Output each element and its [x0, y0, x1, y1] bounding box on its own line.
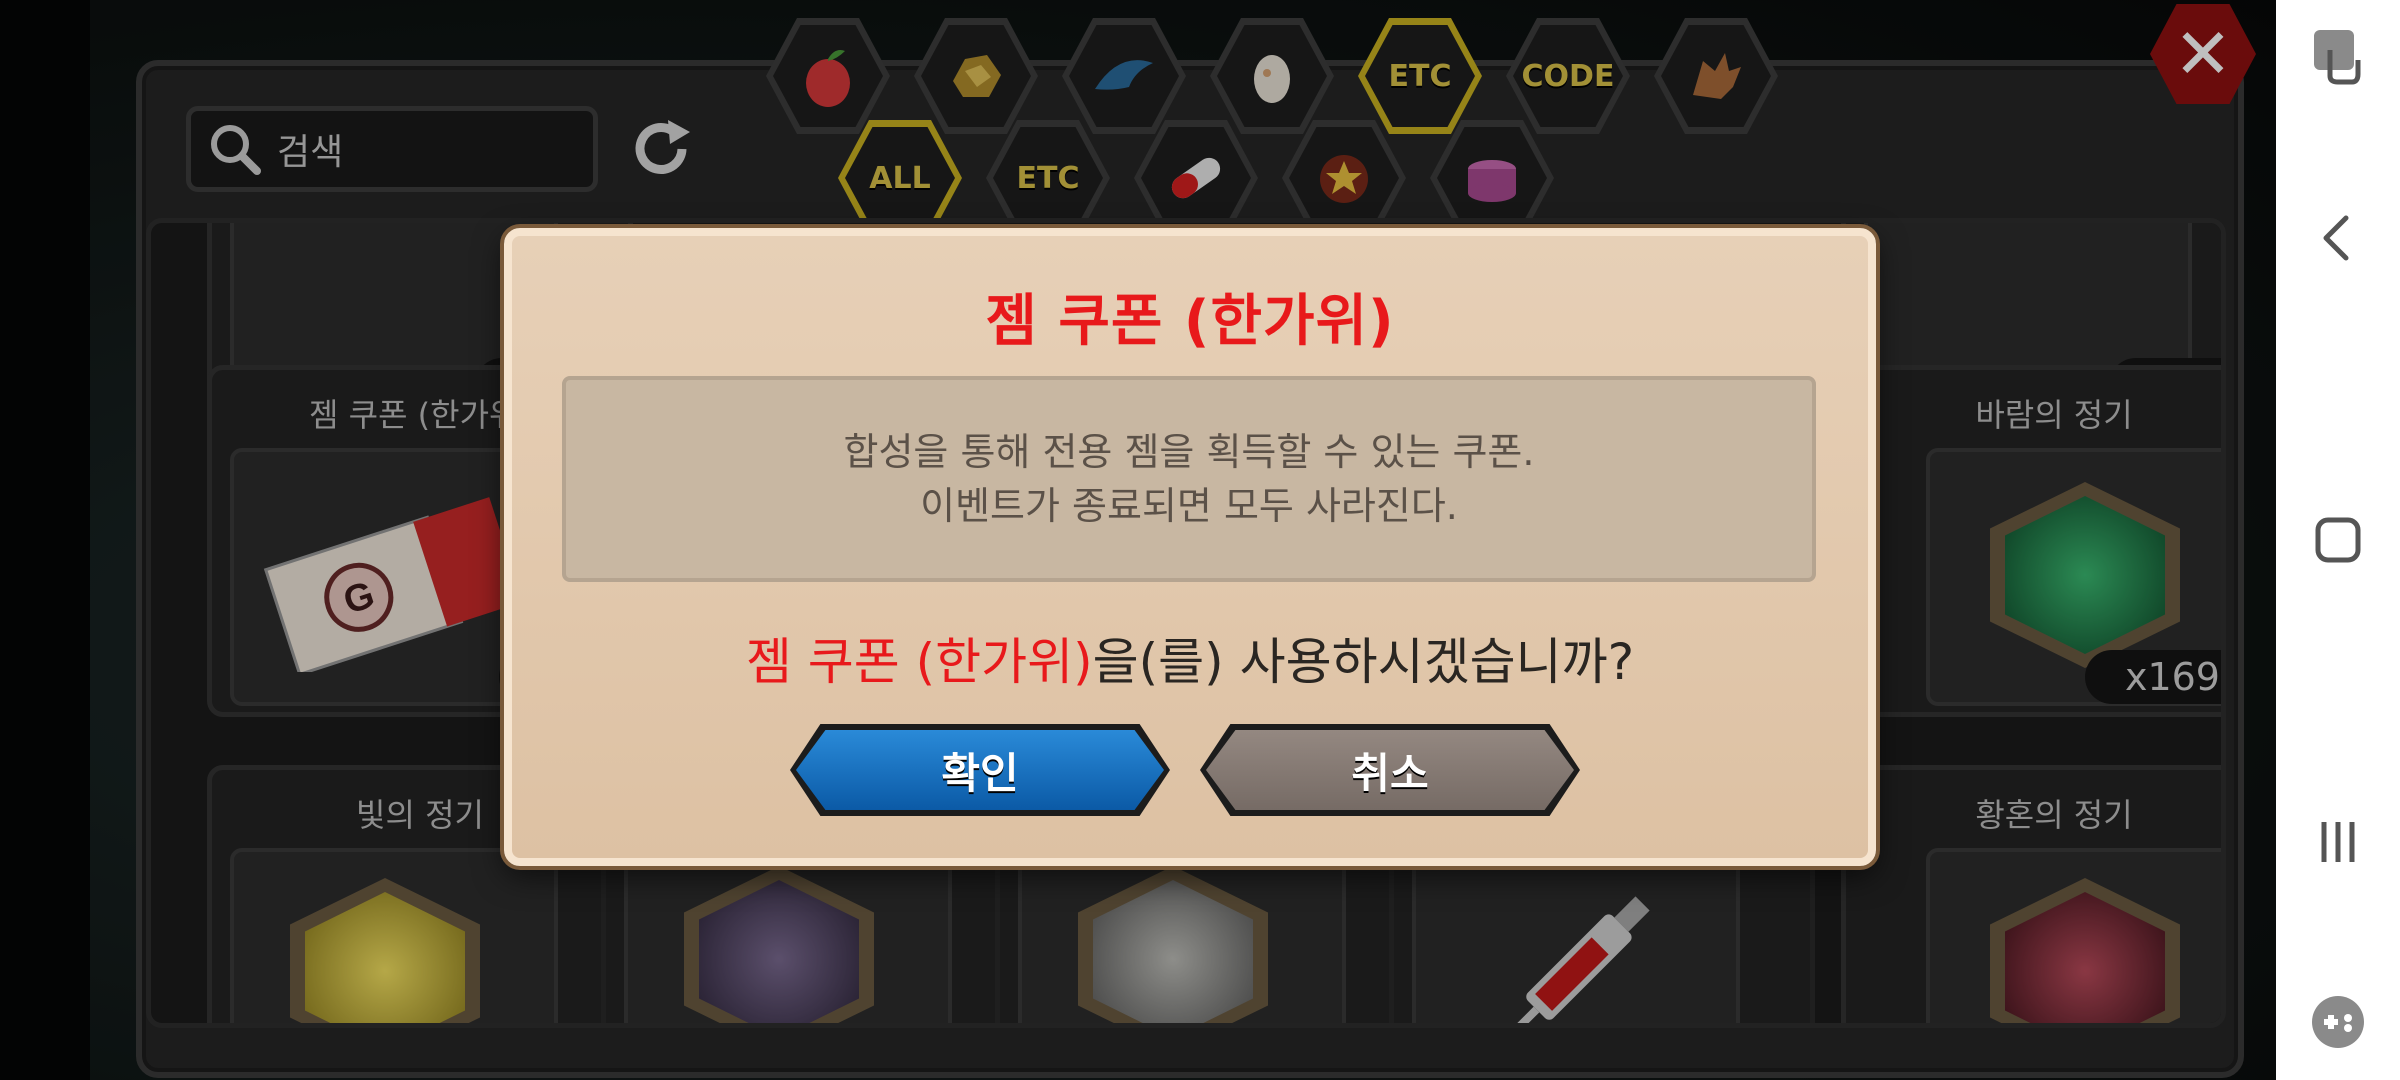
cancel-button[interactable]: 취소 [1200, 724, 1580, 816]
home-icon[interactable] [2306, 508, 2370, 572]
game-tools-icon[interactable] [2306, 990, 2370, 1054]
dialog-title: 젬 쿠폰 (한가위) [985, 289, 1395, 354]
description-line-2: 이벤트가 종료되면 모두 사라진다. [920, 484, 1458, 528]
confirm-label: 확인 [941, 748, 1019, 798]
recent-apps-icon[interactable] [2306, 810, 2370, 874]
system-nav-bar [2276, 0, 2400, 1080]
back-icon[interactable] [2306, 206, 2370, 270]
touch-lock-icon[interactable] [2306, 24, 2370, 88]
question-text: 을(를) 사용하시겠습니까? [1092, 633, 1635, 691]
cancel-label: 취소 [1351, 748, 1429, 798]
dialog-description: 합성을 통해 전용 젬을 획득할 수 있는 쿠폰. 이벤트가 종료되면 모두 사… [562, 376, 1816, 582]
game-screen: 검색 ETC CODE ALL ETC ✕ 젬 쿠폰 (한가위) G 바람의 정… [0, 0, 2276, 1080]
question-item-name: 젬 쿠폰 (한가위) [745, 633, 1093, 691]
description-line-1: 합성을 통해 전용 젬을 획득할 수 있는 쿠폰. [843, 430, 1535, 474]
use-item-dialog: 젬 쿠폰 (한가위) 합성을 통해 전용 젬을 획득할 수 있는 쿠폰. 이벤트… [504, 228, 1876, 866]
confirm-button[interactable]: 확인 [790, 724, 1170, 816]
dialog-question: 젬 쿠폰 (한가위)을(를) 사용하시겠습니까? [512, 622, 1868, 694]
